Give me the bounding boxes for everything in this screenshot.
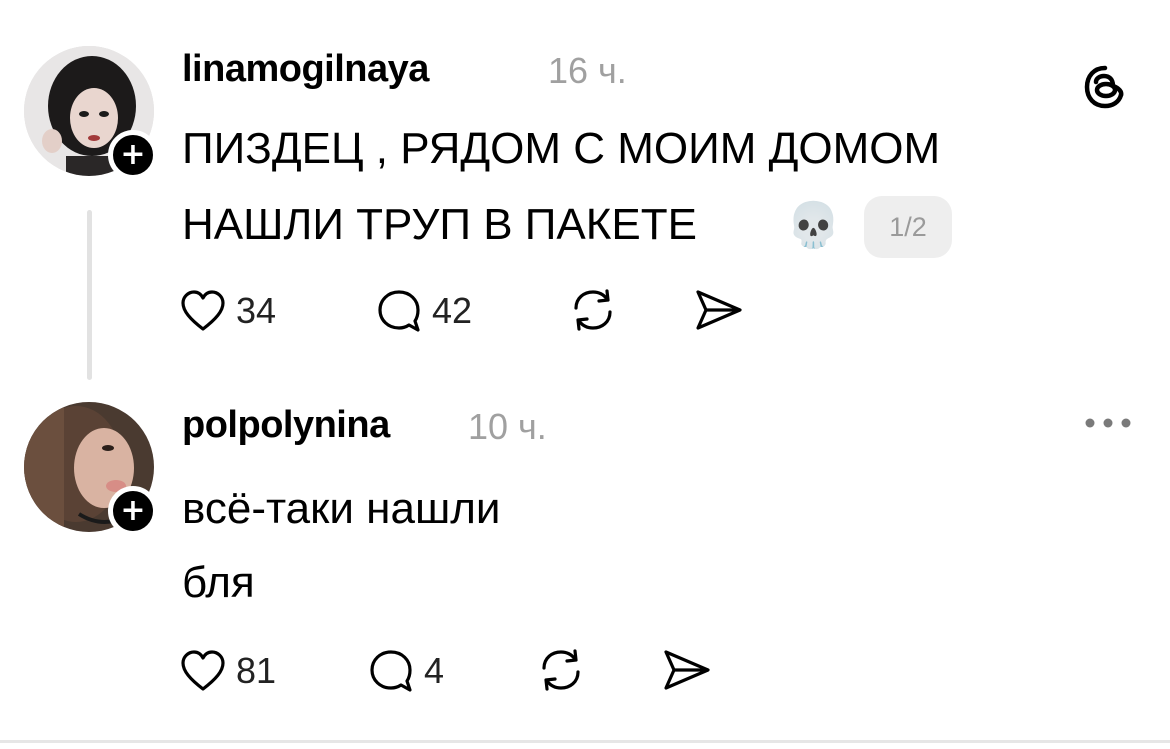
username[interactable]: linamogilnaya bbox=[182, 48, 429, 91]
repost-icon[interactable] bbox=[568, 286, 618, 334]
like-action[interactable]: 81 bbox=[180, 646, 276, 696]
thread-line bbox=[87, 210, 92, 380]
timestamp: 10 ч. bbox=[468, 406, 547, 447]
divider bbox=[0, 740, 1170, 743]
heart-icon bbox=[181, 290, 225, 331]
post-2: + polpolynina 10 ч. всё-таки нашли бля 8… bbox=[0, 390, 1170, 740]
reply-count: 4 bbox=[424, 650, 445, 691]
post-text-line-1: ПИЗДЕЦ , РЯДОМ С МОИМ ДОМОМ bbox=[182, 124, 941, 173]
share-icon[interactable] bbox=[692, 288, 744, 332]
repost-icon[interactable] bbox=[536, 646, 586, 694]
post-text-line-1: всё-таки нашли bbox=[182, 484, 501, 533]
like-count: 34 bbox=[236, 290, 277, 331]
post-text-line-2: бля bbox=[182, 558, 255, 607]
like-action[interactable]: 34 bbox=[180, 286, 276, 336]
username[interactable]: polpolynina bbox=[182, 404, 390, 447]
threads-logo-icon[interactable] bbox=[1082, 64, 1128, 110]
timestamp: 16 ч. bbox=[548, 50, 627, 91]
share-icon[interactable] bbox=[660, 648, 712, 692]
thread-counter-badge[interactable]: 1/2 bbox=[864, 196, 952, 258]
reply-count: 42 bbox=[432, 290, 473, 331]
follow-button[interactable]: + bbox=[108, 130, 158, 180]
post-text-line-2: НАШЛИ ТРУП В ПАКЕТЕ bbox=[182, 200, 697, 249]
reply-action[interactable]: 4 bbox=[368, 646, 444, 696]
comment-icon bbox=[378, 290, 420, 332]
comment-icon bbox=[370, 650, 412, 692]
like-count: 81 bbox=[236, 650, 277, 691]
follow-button[interactable]: + bbox=[108, 486, 158, 536]
heart-icon bbox=[181, 650, 225, 691]
reply-action[interactable]: 42 bbox=[376, 286, 472, 336]
post-1: + linamogilnaya 16 ч. ПИЗДЕЦ , РЯДОМ С М… bbox=[0, 0, 1170, 390]
more-horizontal-icon[interactable] bbox=[1084, 416, 1132, 428]
skull-emoji: 💀 bbox=[786, 200, 841, 251]
